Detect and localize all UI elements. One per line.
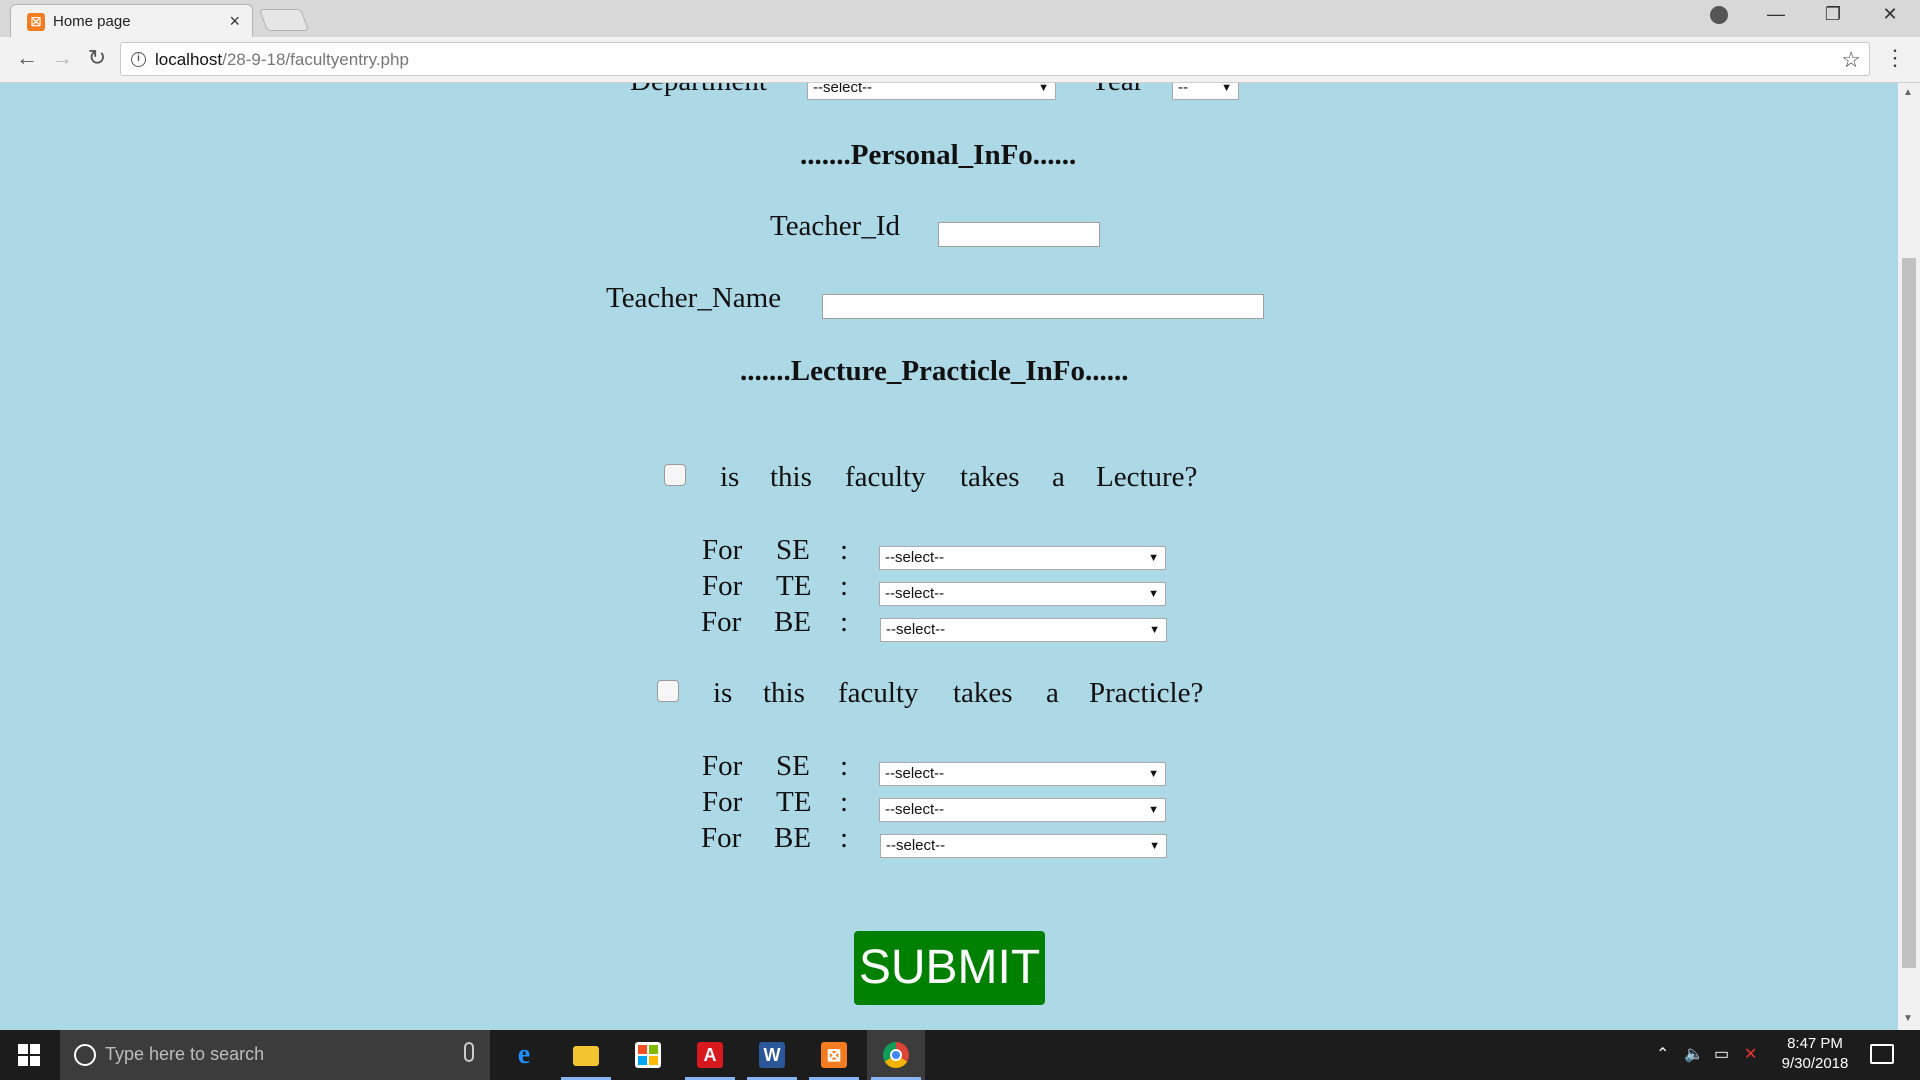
colon: :: [840, 534, 849, 566]
xampp-icon[interactable]: ⊠: [805, 1030, 863, 1080]
cortana-icon: [74, 1044, 96, 1066]
browser-tab[interactable]: ☒ Home page ×: [10, 4, 253, 37]
class-label-te: TE: [776, 570, 812, 602]
teacher-id-input[interactable]: [938, 222, 1100, 247]
word-icon[interactable]: W: [743, 1030, 801, 1080]
for-label: For: [702, 750, 743, 782]
for-label: For: [702, 534, 743, 566]
practicle-checkbox[interactable]: [657, 680, 679, 702]
practicle-question-word: takes: [953, 677, 1013, 709]
xampp-favicon-icon: ☒: [27, 13, 45, 31]
colon: :: [840, 570, 849, 602]
scroll-up-icon[interactable]: ▲: [1903, 87, 1913, 98]
lecture-question-word: this: [770, 461, 812, 493]
scroll-down-icon[interactable]: ▼: [1903, 1013, 1913, 1024]
practicle-te-select[interactable]: --select-- ▼: [879, 798, 1166, 822]
lecture-question-word: faculty: [845, 461, 926, 493]
class-label-be: BE: [774, 606, 812, 638]
scroll-thumb[interactable]: [1902, 258, 1916, 968]
url-text: localhost/28-9-18/facultyentry.php: [155, 50, 409, 69]
show-hidden-icons[interactable]: ⌃: [1656, 1044, 1669, 1080]
personal-info-heading: .......Personal_InFo......: [800, 139, 1077, 171]
submit-button[interactable]: SUBMIT: [854, 931, 1045, 1005]
class-label-se: SE: [776, 534, 810, 566]
for-label: For: [701, 606, 742, 638]
tab-close-icon[interactable]: ×: [229, 11, 240, 32]
for-label: For: [702, 786, 743, 818]
microphone-icon[interactable]: [464, 1042, 474, 1062]
colon: :: [840, 786, 849, 818]
practicle-question-word: Practicle?: [1089, 677, 1204, 709]
minimize-icon[interactable]: —: [1756, 4, 1796, 25]
lecture-question-word: Lecture?: [1096, 461, 1198, 493]
battery-icon[interactable]: ▭: [1714, 1044, 1729, 1080]
teacher-name-input[interactable]: [822, 294, 1264, 319]
lecture-question: is: [720, 461, 740, 493]
search-placeholder: Type here to search: [105, 1044, 265, 1064]
bookmark-star-icon[interactable]: ☆: [1841, 47, 1861, 73]
volume-icon[interactable]: 🔈: [1684, 1044, 1704, 1080]
class-label-se: SE: [776, 750, 810, 782]
taskbar-search-box[interactable]: Type here to search: [60, 1030, 490, 1080]
for-label: For: [701, 822, 742, 854]
taskbar-clock[interactable]: 8:47 PM 9/30/2018: [1770, 1034, 1860, 1074]
chrome-icon[interactable]: [867, 1030, 925, 1080]
address-bar[interactable]: i localhost/28-9-18/facultyentry.php ☆: [120, 42, 1870, 76]
page-content: Department --select--▼ Year --▼ .......P…: [0, 83, 1898, 1030]
colon: :: [840, 822, 849, 854]
lecture-question-word: a: [1052, 461, 1065, 493]
lecture-be-select[interactable]: --select-- ▼: [880, 618, 1167, 642]
action-center-icon[interactable]: [1870, 1044, 1894, 1064]
practicle-be-select[interactable]: --select-- ▼: [880, 834, 1167, 858]
reload-icon[interactable]: ↻: [82, 45, 112, 71]
info-icon[interactable]: i: [131, 52, 146, 67]
colon: :: [840, 606, 849, 638]
tab-title: Home page: [53, 13, 131, 30]
clock-date: 9/30/2018: [1781, 1055, 1849, 1072]
browser-toolbar: ← → ↻ i localhost/28-9-18/facultyentry.p…: [0, 37, 1920, 83]
lecture-practicle-heading: .......Lecture_Practicle_InFo......: [740, 355, 1129, 387]
class-label-te: TE: [776, 786, 812, 818]
teacher-id-label: Teacher_Id: [770, 210, 900, 242]
lecture-checkbox[interactable]: [664, 464, 686, 486]
new-tab-button[interactable]: [258, 9, 310, 31]
page-scrollbar[interactable]: ▲ ▼: [1898, 83, 1920, 1030]
browser-titlebar: ☒ Home page × — ❐ ✕: [0, 0, 1920, 37]
class-label-be: BE: [774, 822, 812, 854]
acrobat-icon[interactable]: A: [681, 1030, 739, 1080]
profile-icon[interactable]: [1710, 6, 1728, 24]
close-window-icon[interactable]: ✕: [1870, 4, 1910, 25]
back-icon[interactable]: ←: [12, 45, 42, 71]
for-label: For: [702, 570, 743, 602]
lecture-se-select[interactable]: --select-- ▼: [879, 546, 1166, 570]
forward-icon[interactable]: →: [47, 45, 77, 71]
teacher-name-label: Teacher_Name: [606, 282, 782, 314]
year-label: Year: [1090, 83, 1143, 98]
practicle-question-word: a: [1046, 677, 1059, 709]
browser-menu-icon[interactable]: ⋮: [1884, 45, 1906, 71]
lecture-question-word: takes: [960, 461, 1020, 493]
colon: :: [840, 750, 849, 782]
restore-icon[interactable]: ❐: [1813, 4, 1853, 25]
edge-app-icon[interactable]: e: [495, 1030, 553, 1080]
practicle-question-word: faculty: [838, 677, 919, 709]
practicle-question-word: this: [763, 677, 805, 709]
windows-start-icon[interactable]: [18, 1044, 40, 1066]
network-icon[interactable]: ✕: [1744, 1044, 1757, 1080]
year-select[interactable]: -- ▼: [1172, 83, 1239, 100]
lecture-te-select[interactable]: --select-- ▼: [879, 582, 1166, 606]
practicle-se-select[interactable]: --select-- ▼: [879, 762, 1166, 786]
department-select[interactable]: --select-- ▼: [807, 83, 1056, 100]
clock-time: 8:47 PM: [1787, 1035, 1843, 1052]
department-label: Department: [630, 83, 767, 98]
practicle-question-word: is: [713, 677, 733, 709]
store-icon[interactable]: [619, 1030, 677, 1080]
file-explorer-icon[interactable]: [557, 1030, 615, 1080]
windows-taskbar: Type here to search e A W ⊠ ⌃ 🔈 ▭ ✕ 8:47…: [0, 1030, 1920, 1080]
